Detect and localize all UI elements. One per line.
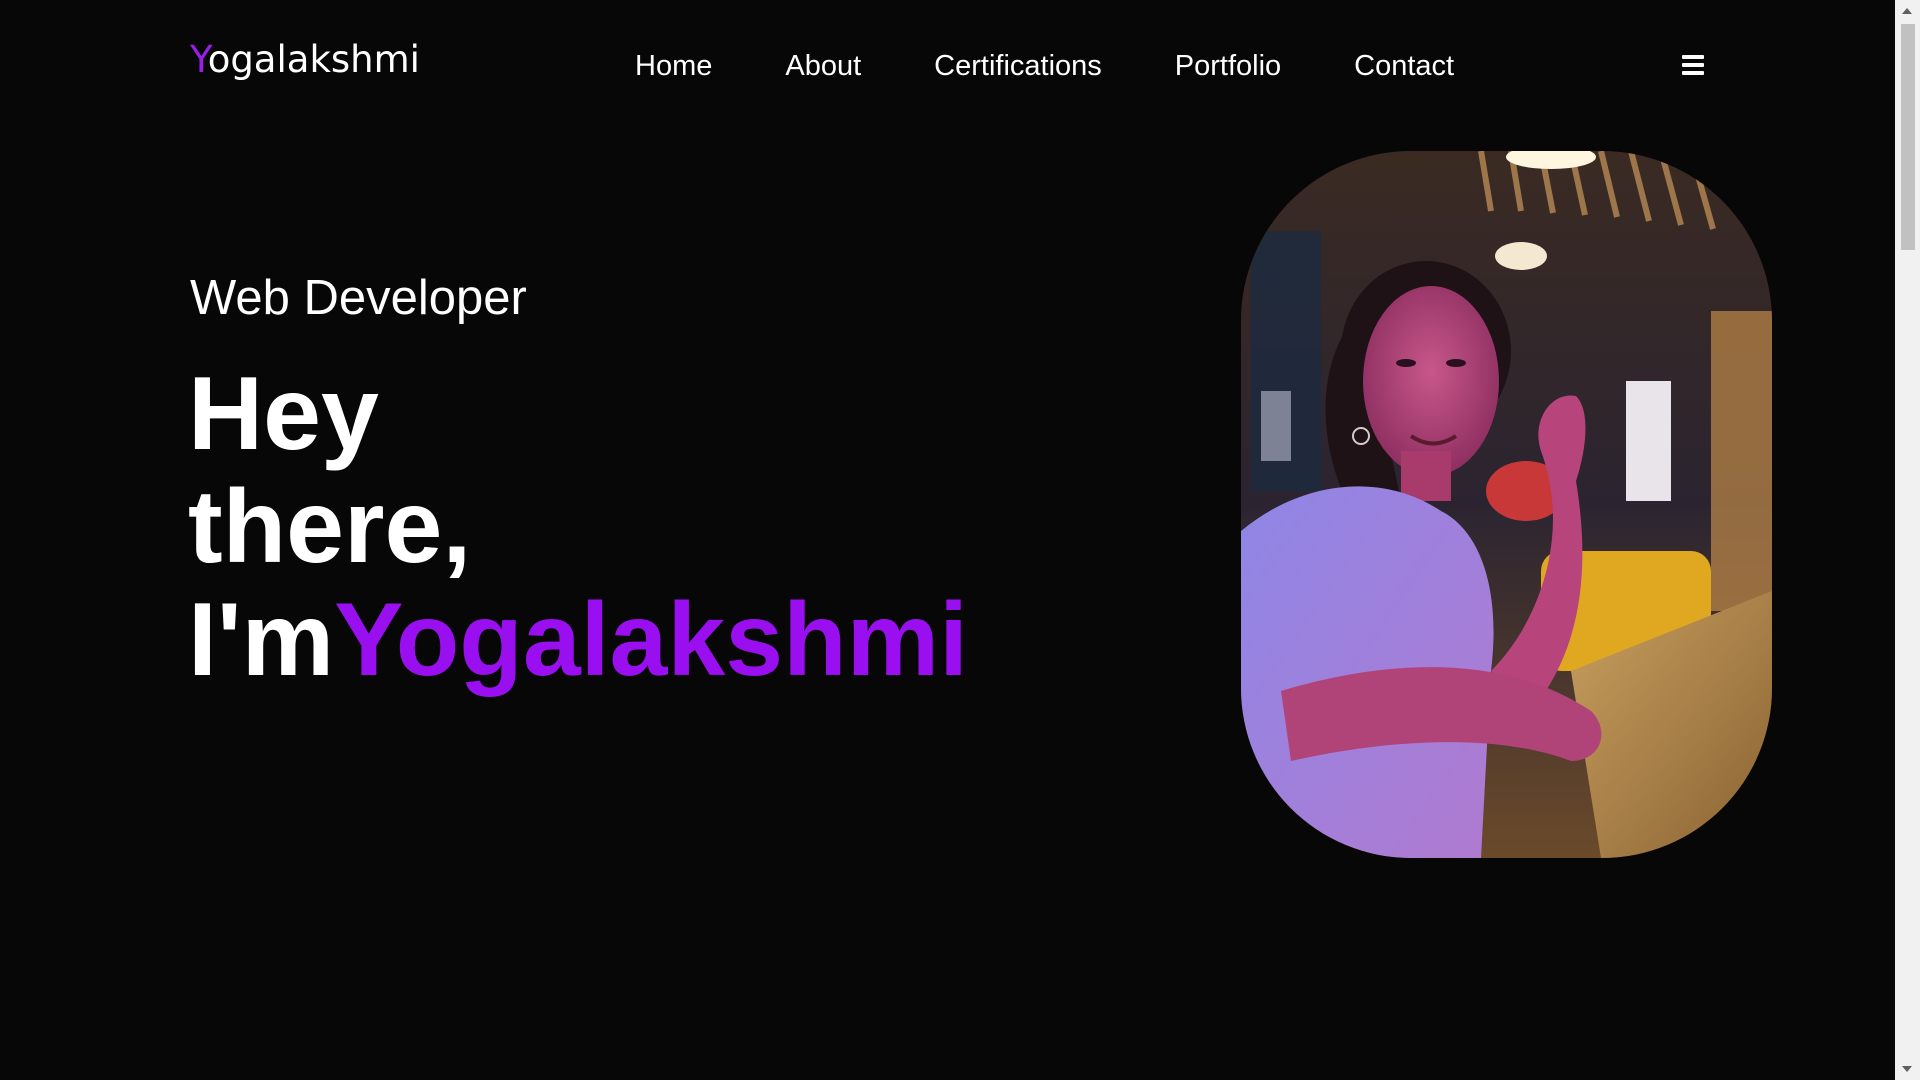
main-navigation: Home About Certifications Portfolio Cont… [635, 46, 1527, 86]
hero-heading: Hey there, I'mYogalakshmi [188, 358, 968, 697]
menu-bar [1682, 55, 1704, 59]
hero-line-3-prefix: I'm [188, 582, 335, 698]
logo-text: ogalakshmi [207, 38, 420, 81]
logo-accent-letter: Y [190, 38, 208, 81]
nav-link-portfolio[interactable]: Portfolio [1175, 46, 1281, 86]
menu-bar [1682, 71, 1704, 75]
site-logo[interactable]: Yogalakshmi [190, 38, 420, 81]
menu-bar [1682, 63, 1704, 67]
hero-line-2: there, [188, 469, 472, 585]
nav-link-about[interactable]: About [785, 46, 861, 86]
hero-line-1: Hey [188, 356, 379, 472]
nav-link-home[interactable]: Home [635, 46, 712, 86]
scrollbar-thumb[interactable] [1901, 24, 1915, 250]
hero-name: Yogalakshmi [334, 582, 968, 698]
hamburger-menu-icon[interactable] [1682, 55, 1706, 77]
portfolio-page: Yogalakshmi Home About Certifications Po… [0, 0, 1920, 1080]
nav-link-certifications[interactable]: Certifications [934, 46, 1102, 86]
nav-link-contact[interactable]: Contact [1354, 46, 1454, 86]
profile-photo [1241, 151, 1772, 858]
scroll-down-arrow-icon[interactable] [1902, 1066, 1912, 1072]
hero-subtitle: Web Developer [190, 271, 527, 325]
page-scrollbar[interactable] [1895, 0, 1920, 1080]
scroll-up-arrow-icon[interactable] [1902, 8, 1912, 14]
